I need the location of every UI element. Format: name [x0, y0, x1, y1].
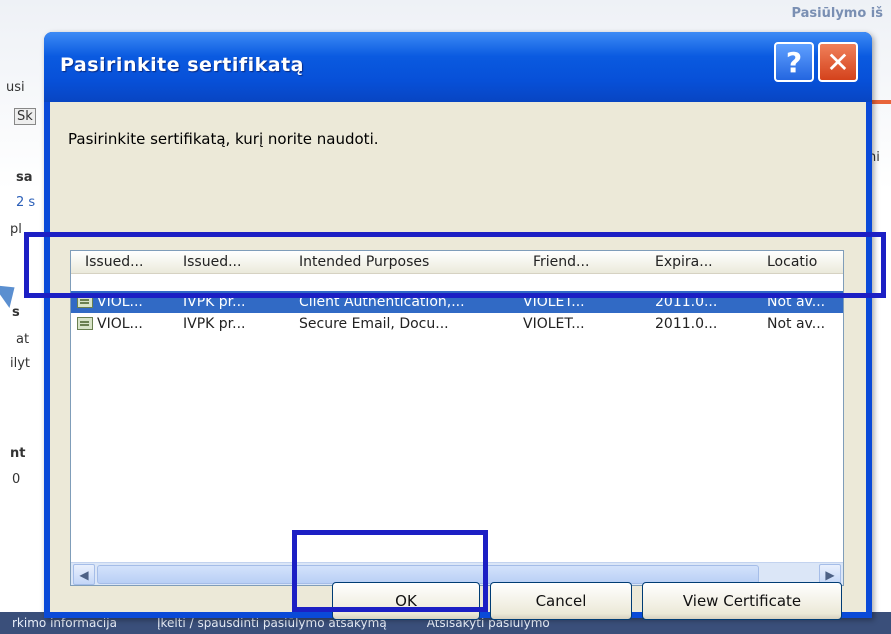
column-header-issued-to[interactable]: Issued...: [85, 254, 165, 270]
view-certificate-button[interactable]: View Certificate: [642, 582, 842, 620]
cell-location: Not av...: [767, 316, 826, 332]
cell-friendly-name: VIOLET...: [523, 316, 585, 332]
cell-intended-purposes: Client Authentication,...: [299, 294, 465, 310]
certificate-icon: [77, 295, 93, 308]
bg-button-fragment[interactable]: Sk: [14, 108, 36, 125]
bg-text-fragment: ilyt: [10, 356, 31, 371]
cell-issued-to: VIOL...: [97, 316, 143, 332]
cancel-button[interactable]: Cancel: [490, 582, 632, 620]
cell-location: Not av...: [767, 294, 826, 310]
cell-issued-by: IVPK pr...: [183, 294, 246, 310]
table-row[interactable]: VIOL... IVPK pr... Secure Email, Docu...…: [71, 313, 843, 335]
bg-text-fragment: sa: [16, 170, 33, 185]
ok-button[interactable]: OK: [332, 582, 480, 620]
bg-tab[interactable]: rkimo informacija: [12, 616, 117, 630]
scroll-left-button[interactable]: ◀: [73, 564, 95, 585]
column-header-location[interactable]: Locatio: [767, 254, 837, 270]
close-icon: ✕: [826, 45, 850, 79]
chevron-left-icon: ◀: [79, 567, 89, 582]
dialog-titlebar[interactable]: Pasirinkite sertifikatą ? ✕: [44, 32, 872, 102]
bg-text-fragment: 0: [12, 472, 21, 487]
column-header-intended-purposes[interactable]: Intended Purposes: [299, 254, 489, 270]
certificate-icon: [77, 317, 93, 330]
column-header-friendly-name[interactable]: Friend...: [533, 254, 603, 270]
cell-expiration: 2011.0...: [655, 294, 718, 310]
dialog-title: Pasirinkite sertifikatą: [60, 54, 304, 76]
column-header-expiration[interactable]: Expira...: [655, 254, 730, 270]
cell-expiration: 2011.0...: [655, 316, 718, 332]
cell-friendly-name: VIOLET...: [523, 294, 585, 310]
bg-page-title: Pasiūlymo iš: [791, 6, 883, 21]
bg-text-fragment: nt: [10, 446, 26, 461]
cell-issued-by: IVPK pr...: [183, 316, 246, 332]
list-header: Issued... Issued... Intended Purposes Fr…: [71, 251, 843, 274]
bg-text-fragment: pl: [10, 222, 22, 237]
cell-issued-to: VIOL...: [97, 294, 143, 310]
close-button[interactable]: ✕: [818, 42, 858, 82]
table-row[interactable]: VIOL... IVPK pr... Client Authentication…: [71, 291, 843, 313]
certificate-dialog: Pasirinkite sertifikatą ? ✕ Pasirinkite …: [44, 32, 872, 620]
chevron-right-icon: ▶: [825, 567, 835, 582]
help-icon: ?: [785, 45, 803, 79]
bg-text-fragment: at: [16, 332, 30, 347]
cell-intended-purposes: Secure Email, Docu...: [299, 316, 449, 332]
arrow-icon: [0, 275, 23, 309]
dialog-body: Pasirinkite sertifikatą, kurį norite nau…: [50, 102, 866, 620]
bg-text-fragment: s: [12, 305, 20, 320]
certificate-list[interactable]: Issued... Issued... Intended Purposes Fr…: [70, 250, 844, 586]
bg-text-fragment: usi: [6, 80, 25, 95]
dialog-prompt: Pasirinkite sertifikatą, kurį norite nau…: [68, 130, 379, 148]
help-button[interactable]: ?: [774, 42, 814, 82]
column-header-issued-by[interactable]: Issued...: [183, 254, 263, 270]
bg-text-fragment: 2 s: [16, 195, 36, 210]
